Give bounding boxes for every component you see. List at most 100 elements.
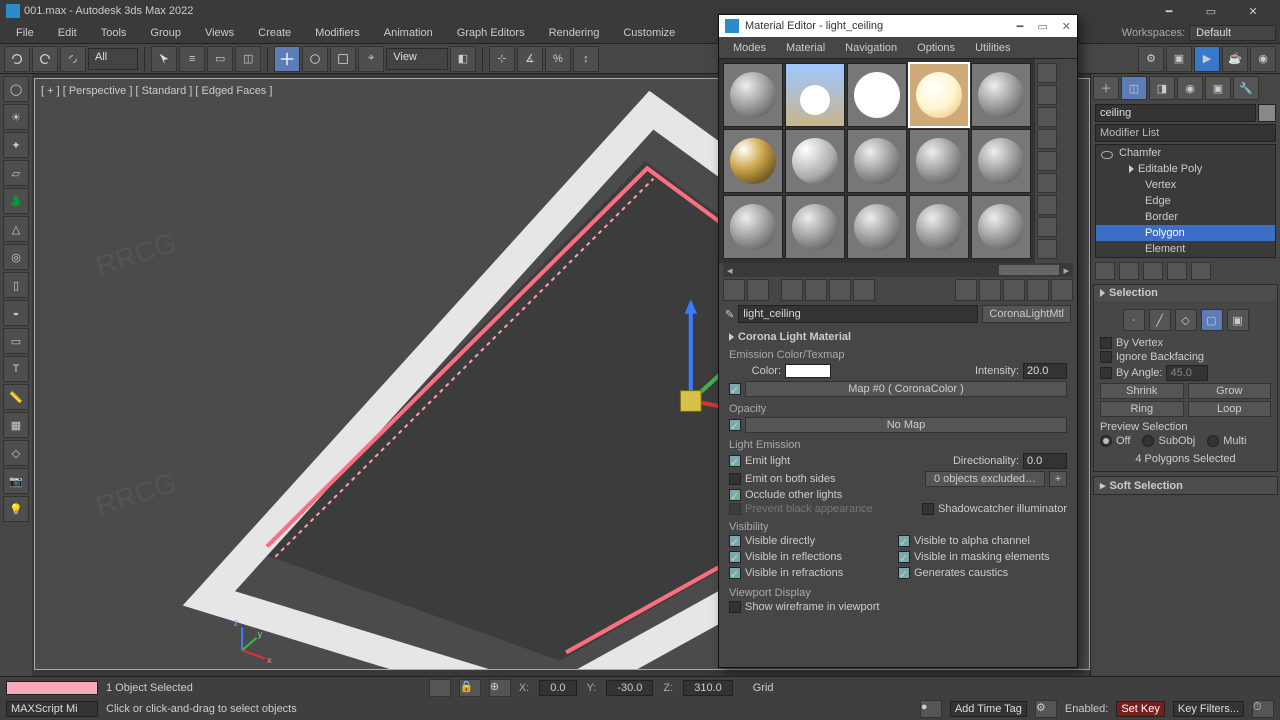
material-slot-scrollbar[interactable]: ◂▸ bbox=[723, 263, 1073, 277]
select-place-button[interactable]: ⌖ bbox=[358, 46, 384, 72]
mat-menu-modes[interactable]: Modes bbox=[723, 40, 776, 56]
reset-map-icon[interactable] bbox=[805, 279, 827, 301]
corona-light-rollout-title[interactable]: Corona Light Material bbox=[725, 329, 1071, 345]
stack-vertex[interactable]: Vertex bbox=[1096, 177, 1275, 193]
menu-create[interactable]: Create bbox=[246, 25, 303, 41]
create-tab[interactable]: ＋ bbox=[1093, 76, 1119, 100]
rectangle-selection-button[interactable]: ▭ bbox=[207, 46, 233, 72]
off-radio[interactable] bbox=[1100, 435, 1112, 447]
menu-rendering[interactable]: Rendering bbox=[537, 25, 612, 41]
mat-menu-navigation[interactable]: Navigation bbox=[835, 40, 907, 56]
close-button[interactable]: ✕ bbox=[1232, 0, 1274, 22]
emission-color-swatch[interactable] bbox=[785, 364, 831, 378]
expand-icon[interactable] bbox=[1129, 165, 1134, 173]
material-slot[interactable] bbox=[971, 129, 1031, 193]
grow-button[interactable]: Grow bbox=[1188, 383, 1272, 399]
maximize-button[interactable]: ▭ bbox=[1190, 0, 1232, 22]
pick-icon[interactable] bbox=[1051, 279, 1073, 301]
emit-both-checkbox[interactable] bbox=[729, 473, 741, 485]
polygon-subobj-button[interactable]: ▢ bbox=[1201, 309, 1223, 331]
ignore-backfacing-checkbox[interactable] bbox=[1100, 351, 1112, 363]
set-key-button[interactable]: Set Key bbox=[1116, 701, 1165, 717]
material-slot[interactable] bbox=[909, 129, 969, 193]
material-slot[interactable] bbox=[847, 129, 907, 193]
material-slot[interactable] bbox=[785, 195, 845, 259]
create-box-icon[interactable]: ▱ bbox=[3, 160, 29, 186]
select-object-button[interactable] bbox=[151, 46, 177, 72]
create-sphere-icon[interactable]: ◯ bbox=[3, 76, 29, 102]
soft-selection-title[interactable]: ▸Soft Selection bbox=[1094, 477, 1277, 494]
mat-menu-options[interactable]: Options bbox=[907, 40, 965, 56]
foliage-icon[interactable]: 🌲 bbox=[3, 188, 29, 214]
by-angle-spinner[interactable]: 45.0 bbox=[1166, 365, 1208, 381]
sample-uv-icon[interactable] bbox=[1037, 129, 1057, 149]
absolute-transform-icon[interactable]: ⊕ bbox=[489, 679, 511, 697]
percent-snap-button[interactable]: % bbox=[545, 46, 571, 72]
create-light2-icon[interactable]: ✦ bbox=[3, 132, 29, 158]
object-color-swatch[interactable] bbox=[1258, 104, 1276, 122]
vfb-button[interactable]: ◉ bbox=[1250, 46, 1276, 72]
emit-light-checkbox[interactable]: ✓ bbox=[729, 455, 741, 467]
material-slot[interactable] bbox=[971, 195, 1031, 259]
video-check-icon[interactable] bbox=[1037, 151, 1057, 171]
key-filters-button[interactable]: Key Filters... bbox=[1173, 701, 1244, 717]
vertex-subobj-button[interactable]: ∙ bbox=[1123, 309, 1145, 331]
stack-editable-poly[interactable]: Editable Poly bbox=[1096, 161, 1275, 177]
material-name-dropdown[interactable]: light_ceiling bbox=[738, 305, 978, 323]
select-scale-button[interactable] bbox=[330, 46, 356, 72]
cone-icon[interactable]: △ bbox=[3, 216, 29, 242]
material-type-button[interactable]: CoronaLightMtl bbox=[982, 305, 1071, 323]
cylinder-icon[interactable]: ▯ bbox=[3, 272, 29, 298]
material-slot[interactable] bbox=[723, 63, 783, 127]
show-map-icon[interactable] bbox=[955, 279, 977, 301]
visible-alpha-checkbox[interactable]: ✓ bbox=[898, 535, 910, 547]
z-value[interactable]: 310.0 bbox=[683, 680, 733, 696]
modifier-stack[interactable]: Chamfer Editable Poly Vertex Edge Border… bbox=[1095, 144, 1276, 258]
opacity-map-button[interactable]: No Map bbox=[745, 417, 1067, 433]
gen-caustics-checkbox[interactable]: ✓ bbox=[898, 567, 910, 579]
torus-icon[interactable]: ◎ bbox=[3, 244, 29, 270]
time-config-icon[interactable]: ⏱ bbox=[1252, 700, 1274, 718]
selection-filter-dropdown[interactable]: All bbox=[88, 48, 138, 70]
render-button[interactable]: ▶ bbox=[1194, 46, 1220, 72]
enabled-icon[interactable]: ⚙ bbox=[1035, 700, 1057, 718]
pin-stack-icon[interactable] bbox=[1095, 262, 1115, 280]
teapot-icon[interactable]: ◒ bbox=[3, 300, 29, 326]
material-slot-selected[interactable] bbox=[909, 63, 969, 127]
visible-refr-checkbox[interactable]: ✓ bbox=[729, 567, 741, 579]
spinner-snap-button[interactable]: ↕ bbox=[573, 46, 599, 72]
stack-border[interactable]: Border bbox=[1096, 209, 1275, 225]
target-light-icon[interactable]: 💡 bbox=[3, 496, 29, 522]
select-by-name-button[interactable]: ≡ bbox=[179, 46, 205, 72]
menu-file[interactable]: File bbox=[4, 25, 46, 41]
stack-element[interactable]: Element bbox=[1096, 241, 1275, 257]
create-light-icon[interactable]: ☀ bbox=[3, 104, 29, 130]
assign-material-icon[interactable] bbox=[781, 279, 803, 301]
menu-views[interactable]: Views bbox=[193, 25, 246, 41]
menu-edit[interactable]: Edit bbox=[46, 25, 89, 41]
auto-key-icon[interactable]: ● bbox=[920, 700, 942, 718]
menu-group[interactable]: Group bbox=[138, 25, 193, 41]
text-icon[interactable]: T bbox=[3, 356, 29, 382]
y-value[interactable]: -30.0 bbox=[606, 680, 653, 696]
modify-tab[interactable]: ◫ bbox=[1121, 76, 1147, 100]
selection-lock-icon[interactable]: 🔒 bbox=[459, 679, 481, 697]
material-slot[interactable] bbox=[785, 63, 845, 127]
ref-coord-dropdown[interactable]: View bbox=[386, 48, 448, 70]
material-map-nav-icon[interactable] bbox=[1037, 239, 1057, 259]
select-by-material-icon[interactable] bbox=[1037, 217, 1057, 237]
go-forward-icon[interactable] bbox=[1027, 279, 1049, 301]
tape-icon[interactable]: 📏 bbox=[3, 384, 29, 410]
use-pivot-center-button[interactable]: ◧ bbox=[450, 46, 476, 72]
link-button[interactable] bbox=[60, 46, 86, 72]
viewport-label[interactable]: [ + ] [ Perspective ] [ Standard ] [ Edg… bbox=[41, 85, 272, 97]
select-rotate-button[interactable] bbox=[302, 46, 328, 72]
directionality-spinner[interactable]: 0.0 bbox=[1023, 453, 1067, 469]
redo-button[interactable] bbox=[32, 46, 58, 72]
show-wire-checkbox[interactable] bbox=[729, 601, 741, 613]
get-material-icon[interactable] bbox=[723, 279, 745, 301]
workspace-dropdown[interactable]: Default bbox=[1189, 25, 1276, 41]
excluded-objects-button[interactable]: 0 objects excluded… bbox=[925, 471, 1045, 487]
eye-icon[interactable] bbox=[1101, 151, 1113, 159]
eyedropper-icon[interactable]: ✎ bbox=[725, 308, 734, 321]
